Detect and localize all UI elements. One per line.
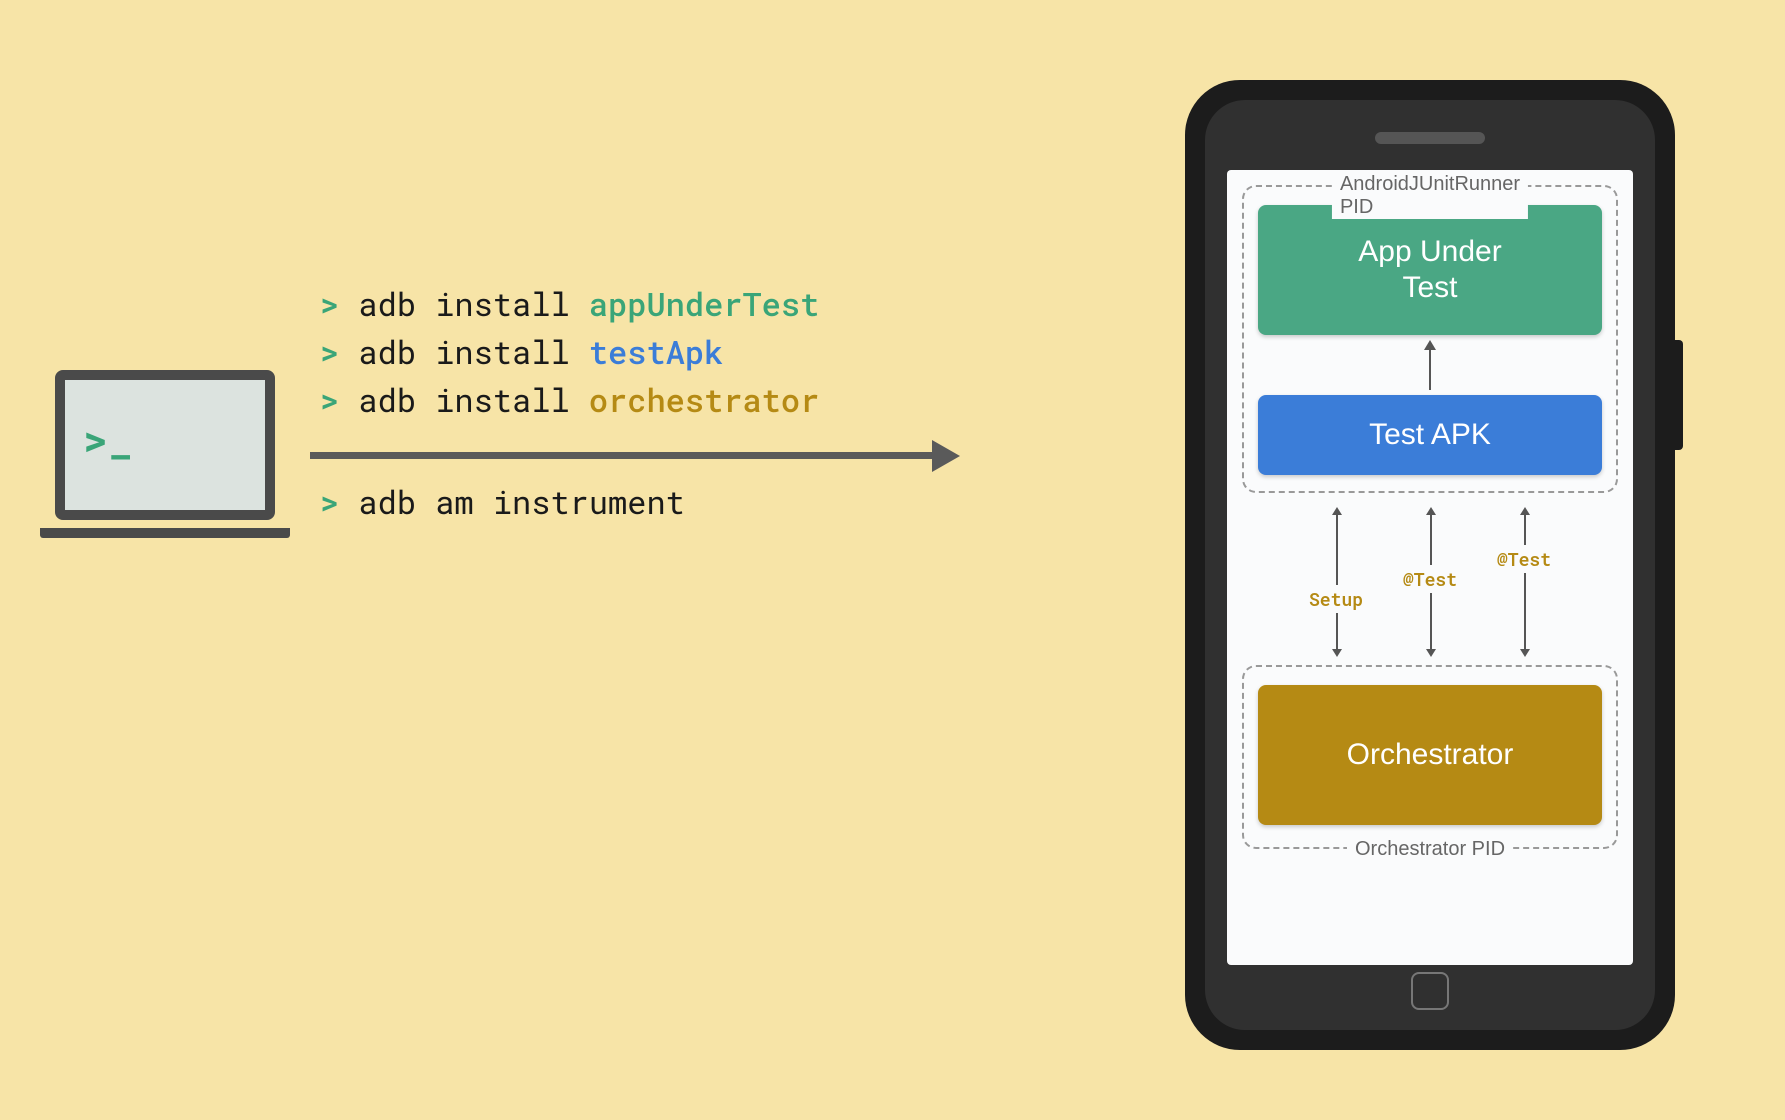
orchestrator-pid-group: Orchestrator Orchestrator PID [1242,665,1618,849]
prompt-symbol: > [320,330,339,373]
phone-screen: AndroidJUnitRunner PID App Under Test Te… [1227,170,1633,965]
command-line-3: > adb install orchestrator [320,376,819,424]
laptop-prompt-glyph: >_ [83,412,133,467]
app-under-test-block: App Under Test [1258,205,1602,335]
test-apk-label: Test APK [1369,418,1491,452]
command-base: adb am instrument [358,480,684,523]
command-arg-app: appUnderTest [589,282,819,325]
junit-runner-pid-label: AndroidJUnitRunner PID [1332,173,1528,219]
command-arg-orchestrator: orchestrator [589,378,819,421]
command-line-instrument: > adb am instrument [320,480,685,523]
phone-side-button-icon [1675,340,1683,450]
command-base: adb install [358,282,588,325]
command-line-1: > adb install appUnderTest [320,280,819,328]
command-block: > adb install appUnderTest > adb install… [320,280,819,424]
up-arrow-icon [1258,335,1602,395]
command-base: adb install [358,330,588,373]
connector-label-setup: Setup [1307,585,1365,613]
laptop-screen: >_ [55,370,275,520]
command-arg-testapk: testApk [589,330,723,373]
test-apk-block: Test APK [1258,395,1602,475]
command-base: adb install [358,378,588,421]
app-under-test-label: App Under Test [1358,234,1501,306]
orchestrator-label: Orchestrator [1347,738,1514,772]
flow-arrow [310,440,960,470]
laptop-base [40,528,290,538]
command-line-2: > adb install testApk [320,328,819,376]
connector-label-test1: @Test [1401,565,1459,593]
prompt-symbol: > [320,282,339,325]
prompt-symbol: > [320,378,339,421]
phone-speaker-icon [1375,132,1485,144]
orchestrator-pid-label: Orchestrator PID [1347,838,1513,861]
phone-device: AndroidJUnitRunner PID App Under Test Te… [1185,80,1675,1050]
connector-label-test2: @Test [1495,545,1553,573]
laptop-icon: >_ [40,370,290,570]
junit-runner-pid-group: AndroidJUnitRunner PID App Under Test Te… [1242,185,1618,493]
prompt-symbol: > [320,480,339,523]
orchestrator-connectors: Setup @Test @Test [1242,505,1618,660]
orchestrator-block: Orchestrator [1258,685,1602,825]
phone-home-button-icon [1411,972,1449,1010]
